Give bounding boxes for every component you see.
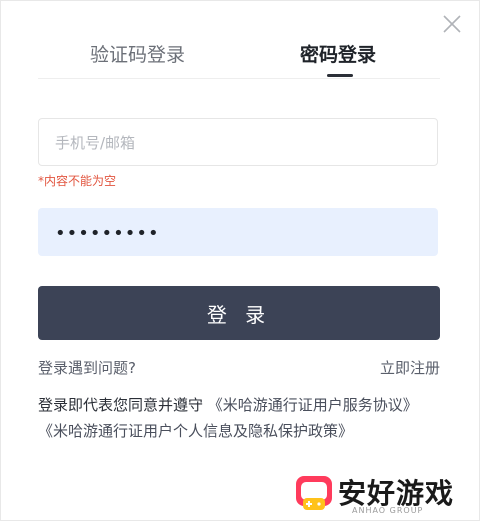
active-tab-indicator <box>327 74 353 77</box>
watermark-subtitle: ANHAO GROUP <box>352 506 424 515</box>
agreement-prefix: 登录即代表您同意并遵守 <box>38 396 204 414</box>
tab-sms-login[interactable]: 验证码登录 <box>90 40 185 67</box>
account-field[interactable] <box>38 118 438 167</box>
login-tabs: 验证码登录 密码登录 <box>38 28 440 79</box>
login-button[interactable]: 登 录 <box>38 286 440 340</box>
tab-password-login[interactable]: 密码登录 <box>300 40 376 67</box>
login-help-link[interactable]: 登录遇到问题? <box>38 357 136 378</box>
user-agreement-link[interactable]: 《米哈游通行证用户服务协议》 <box>208 396 418 414</box>
privacy-policy-link[interactable]: 《米哈游通行证用户个人信息及隐私保护政策》 <box>38 422 353 440</box>
site-watermark: 安好游戏 ANHAO GROUP <box>294 470 474 518</box>
close-icon[interactable] <box>440 12 464 36</box>
agreement-text: 登录即代表您同意并遵守 《米哈游通行证用户服务协议》 《米哈游通行证用户个人信息… <box>38 392 444 444</box>
password-field[interactable] <box>38 208 438 257</box>
gamepad-logo-icon <box>296 476 332 510</box>
account-error-text: *内容不能为空 <box>38 174 117 188</box>
register-link[interactable]: 立即注册 <box>380 357 440 378</box>
password-input[interactable] <box>53 209 417 257</box>
account-input[interactable] <box>53 119 417 167</box>
